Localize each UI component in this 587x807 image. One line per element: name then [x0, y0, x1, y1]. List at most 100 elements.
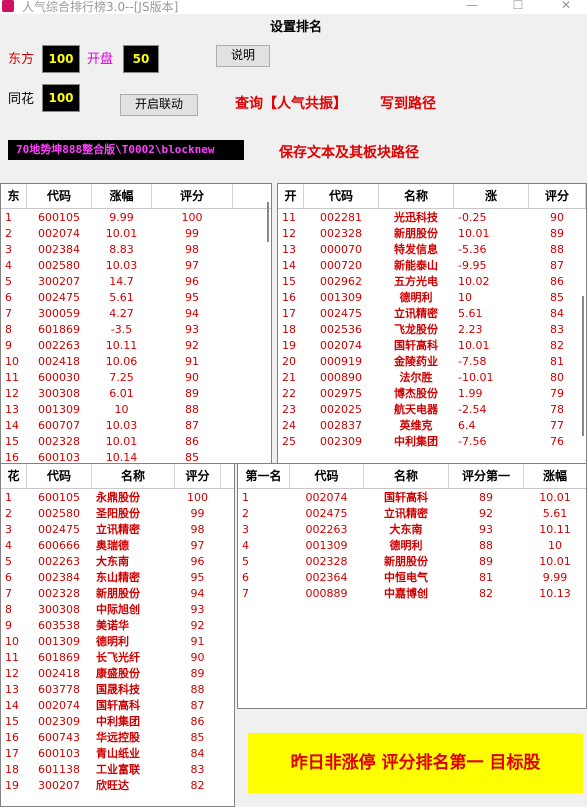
table-cell: 601869	[38, 323, 80, 336]
table-row[interactable]: 14 000720 新能泰山 -9.95 87	[278, 258, 586, 274]
table-row[interactable]: 2 002074 10.01 99	[1, 226, 271, 242]
save-path-link[interactable]: 保存文本及其板块路径	[279, 142, 419, 162]
table-row[interactable]: 11 601869 长飞光纤 90	[1, 650, 234, 666]
column-header[interactable]: 开	[278, 184, 304, 208]
table-row[interactable]: 4 001309 德明利 88 10	[238, 538, 586, 554]
tonghua-input[interactable]: 100	[42, 84, 80, 112]
column-header[interactable]: 评分	[152, 184, 233, 208]
table-cell: 东山精密	[96, 571, 140, 584]
table-cell: 10.03	[105, 259, 138, 272]
scrollbar-thumb[interactable]	[582, 296, 584, 436]
flower-ranking-table[interactable]: 花 代码 名称 评分 1 600105 永鼎股份 100 2 002580 圣阳股份 99 3 0…	[0, 463, 235, 807]
column-header[interactable]: 代码	[290, 464, 364, 488]
table-row[interactable]: 6 002364 中恒电气 81 9.99	[238, 570, 586, 586]
close-icon[interactable]: ✕	[556, 0, 576, 12]
column-header[interactable]: 名称	[379, 184, 454, 208]
column-header[interactable]: 评分	[529, 184, 586, 208]
table-cell: 7.25	[109, 371, 134, 384]
table-row[interactable]: 21 000890 法尔胜 -10.01 80	[278, 370, 586, 386]
table-row[interactable]: 19 002074 国轩高科 10.01 82	[278, 338, 586, 354]
path-field[interactable]: 70地势坤888整合版\T0002\blocknew	[8, 140, 244, 160]
table-row[interactable]: 6 002384 东山精密 95	[1, 570, 234, 586]
first-place-table[interactable]: 第一名 代码 名称 评分第一 涨幅 1 002074 国轩高科 89 10.01 2 002…	[237, 463, 587, 709]
table-row[interactable]: 19 300207 欣旺达 82	[1, 778, 234, 794]
table-row[interactable]: 3 002263 大东南 93 10.11	[238, 522, 586, 538]
column-header[interactable]: 代码	[27, 464, 92, 488]
table-row[interactable]: 11 002281 光迅科技 -0.25 90	[278, 210, 586, 226]
explain-button[interactable]: 说明	[216, 45, 270, 67]
maximize-icon[interactable]: ☐	[508, 0, 528, 12]
open-ranking-table[interactable]: 开 代码 名称 涨 评分 11 002281 光迅科技 -0.25 90 12 002328…	[277, 183, 587, 464]
column-header[interactable]: 第一名	[238, 464, 290, 488]
table-row[interactable]: 7 002328 新朋股份 94	[1, 586, 234, 602]
table-row[interactable]: 1 600105 永鼎股份 100	[1, 490, 234, 506]
table-row[interactable]: 10 002418 10.06 91	[1, 354, 271, 370]
table-row[interactable]: 25 002309 中利集团 -7.56 76	[278, 434, 586, 450]
table-row[interactable]: 8 601869 -3.5 93	[1, 322, 271, 338]
table-row[interactable]: 12 002418 康盛股份 89	[1, 666, 234, 682]
table-row[interactable]: 15 002962 五方光电 10.02 86	[278, 274, 586, 290]
table-row[interactable]: 2 002580 圣阳股份 99	[1, 506, 234, 522]
table-row[interactable]: 1 002074 国轩高科 89 10.01	[238, 490, 586, 506]
dongfang-input[interactable]: 100	[42, 45, 80, 73]
table-row[interactable]: 5 002328 新朋股份 89 10.01	[238, 554, 586, 570]
column-header[interactable]: 代码	[304, 184, 379, 208]
column-header[interactable]: 评分	[175, 464, 221, 488]
table-row[interactable]: 17 002475 立讯精密 5.61 84	[278, 306, 586, 322]
table-cell: 4	[242, 539, 249, 552]
table-row[interactable]: 2 002475 立讯精密 92 5.61	[238, 506, 586, 522]
table-cell: 86	[190, 715, 205, 728]
table-row[interactable]: 20 000919 金陵药业 -7.58 81	[278, 354, 586, 370]
table-row[interactable]: 14 002074 国轩高科 87	[1, 698, 234, 714]
table-row[interactable]: 7 300059 4.27 94	[1, 306, 271, 322]
minimize-icon[interactable]: —	[462, 0, 482, 12]
kaipan-input[interactable]: 50	[123, 45, 159, 73]
table-row[interactable]: 5 300207 14.7 96	[1, 274, 271, 290]
table-row[interactable]: 22 002975 博杰股份 1.99 79	[278, 386, 586, 402]
table-row[interactable]: 18 601138 工业富联 83	[1, 762, 234, 778]
table-row[interactable]: 13 603778 国晟科技 88	[1, 682, 234, 698]
column-header[interactable]: 代码	[27, 184, 92, 208]
column-header[interactable]: 名称	[92, 464, 175, 488]
table-cell: 新朋股份	[394, 227, 438, 240]
table-row[interactable]: 17 600103 青山纸业 84	[1, 746, 234, 762]
table-row[interactable]: 14 600707 10.03 87	[1, 418, 271, 434]
table-row[interactable]: 16 600743 华远控股 85	[1, 730, 234, 746]
query-resonance-link[interactable]: 查询【人气共振】	[235, 93, 347, 113]
table-row[interactable]: 16 600103 10.14 85	[1, 450, 271, 463]
table-row[interactable]: 9 002263 10.11 92	[1, 338, 271, 354]
table-row[interactable]: 13 000070 特发信息 -5.36 88	[278, 242, 586, 258]
column-header[interactable]: 涨幅	[524, 464, 586, 488]
table-row[interactable]: 7 000889 中嘉博创 82 10.13	[238, 586, 586, 602]
link-button[interactable]: 开启联动	[120, 94, 198, 116]
table-row[interactable]: 11 600030 7.25 90	[1, 370, 271, 386]
table-row[interactable]: 10 001309 德明利 91	[1, 634, 234, 650]
table-row[interactable]: 1 600105 9.99 100	[1, 210, 271, 226]
table-row[interactable]: 12 300308 6.01 89	[1, 386, 271, 402]
table-row[interactable]: 8 300308 中际旭创 93	[1, 602, 234, 618]
table-row[interactable]: 13 001309 10 88	[1, 402, 271, 418]
column-header[interactable]: 评分第一	[449, 464, 524, 488]
table-row[interactable]: 12 002328 新朋股份 10.01 89	[278, 226, 586, 242]
table-row[interactable]: 3 002384 8.83 98	[1, 242, 271, 258]
table-row[interactable]: 4 002580 10.03 97	[1, 258, 271, 274]
column-header[interactable]: 东	[1, 184, 27, 208]
table-row[interactable]: 24 002837 英维克 6.4 77	[278, 418, 586, 434]
column-header[interactable]: 涨幅	[92, 184, 152, 208]
table-row[interactable]: 4 600666 奥瑞德 97	[1, 538, 234, 554]
write-path-link[interactable]: 写到路径	[380, 93, 436, 113]
table-row[interactable]: 18 002536 飞龙股份 2.23 83	[278, 322, 586, 338]
column-header[interactable]: 名称	[364, 464, 449, 488]
table-row[interactable]: 6 002475 5.61 95	[1, 290, 271, 306]
table-row[interactable]: 23 002025 航天电器 -2.54 78	[278, 402, 586, 418]
table-row[interactable]: 15 002328 10.01 86	[1, 434, 271, 450]
column-header[interactable]: 涨	[454, 184, 529, 208]
column-header[interactable]: 花	[1, 464, 27, 488]
table-row[interactable]: 15 002309 中利集团 86	[1, 714, 234, 730]
east-ranking-table[interactable]: 东 代码 涨幅 评分 1 600105 9.99 100 2 002074 10.01 99 3…	[0, 183, 272, 464]
table-row[interactable]: 16 001309 德明利 10 85	[278, 290, 586, 306]
table-row[interactable]: 9 603538 美诺华 92	[1, 618, 234, 634]
scrollbar-thumb[interactable]	[267, 202, 269, 242]
table-row[interactable]: 5 002263 大东南 96	[1, 554, 234, 570]
table-row[interactable]: 3 002475 立讯精密 98	[1, 522, 234, 538]
